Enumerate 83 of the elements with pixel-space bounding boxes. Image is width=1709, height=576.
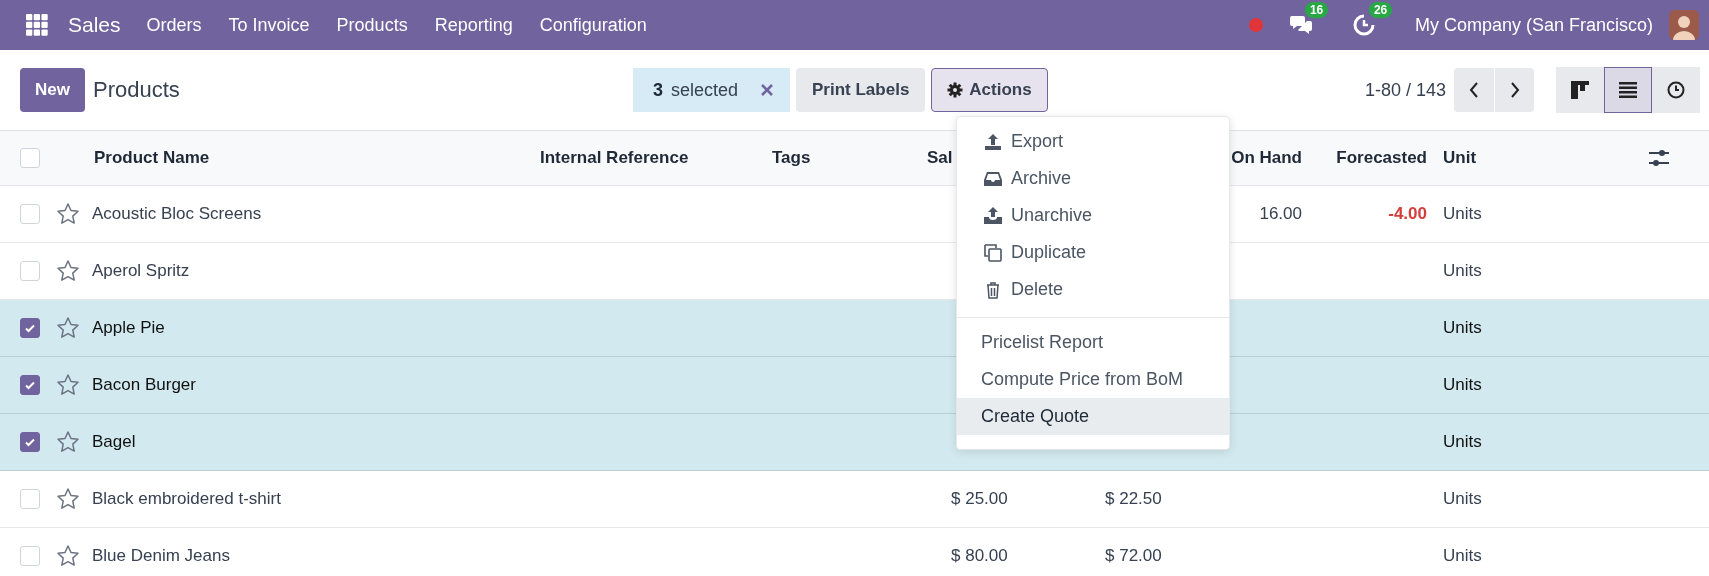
- next-button[interactable]: [1494, 68, 1534, 112]
- menu-item[interactable]: Configuration: [539, 14, 647, 36]
- table-cell-text: Units: [1442, 204, 1483, 224]
- menu-item[interactable]: Create Quote: [957, 398, 1229, 435]
- table-cell-text: Units: [1442, 318, 1483, 338]
- checkmark-icon: [24, 322, 36, 334]
- table-cell-text: Units: [1442, 546, 1483, 566]
- star-icon[interactable]: [56, 430, 80, 454]
- table-cell-text: Units: [1442, 375, 1483, 395]
- table-cell-text: Units: [1442, 432, 1483, 452]
- chevron-right-icon: [1509, 82, 1520, 98]
- copy-icon: [983, 242, 1003, 263]
- view-switch-button[interactable]: [1604, 67, 1652, 113]
- star-icon[interactable]: [56, 316, 80, 340]
- view-switch-button[interactable]: [1556, 67, 1604, 113]
- chevron-left-icon: [1469, 82, 1479, 98]
- selection-badge: 3 selected: [632, 68, 791, 112]
- status-dot-icon[interactable]: [1248, 18, 1263, 32]
- table-cell-text: 16.00: [1259, 204, 1303, 224]
- gear-icon: [947, 82, 964, 98]
- menu-item[interactable]: Orders: [146, 14, 202, 36]
- product-name: Bagel: [92, 432, 136, 452]
- product-name: Bacon Burger: [92, 375, 196, 395]
- menu-item[interactable]: Delete: [957, 271, 1229, 308]
- apps-menu-icon[interactable]: [26, 14, 48, 36]
- print-labels-button[interactable]: Print Labels: [796, 68, 926, 112]
- company-switcher[interactable]: My Company (San Francisco): [1414, 14, 1653, 36]
- product-name: Black embroidered t-shirt: [92, 489, 281, 509]
- table-cell-text: Units: [1442, 261, 1483, 281]
- checkmark-icon: [24, 436, 36, 448]
- column-header[interactable]: Unit: [1435, 148, 1649, 168]
- pager-text: 1-80 / 143: [1364, 79, 1446, 101]
- close-icon[interactable]: [760, 83, 775, 97]
- menu-item[interactable]: Archive: [957, 160, 1229, 197]
- menu-item[interactable]: Compute Price from BoM: [957, 361, 1229, 398]
- menu-item[interactable]: Products: [336, 14, 408, 36]
- column-header[interactable]: Forecasted: [1336, 148, 1435, 168]
- product-name: Acoustic Bloc Screens: [92, 204, 262, 224]
- list-icon: [1619, 82, 1637, 98]
- column-header[interactable]: Product Name: [94, 148, 540, 168]
- view-switch-button[interactable]: [1652, 67, 1700, 113]
- upload-icon: [983, 131, 1003, 152]
- actions-button[interactable]: Actions: [931, 68, 1048, 112]
- column-header[interactable]: Tags: [772, 148, 902, 168]
- table-cell-text: Units: [1442, 489, 1483, 509]
- previous-button[interactable]: [1454, 68, 1494, 112]
- page-title: Products: [92, 77, 181, 103]
- menu-item[interactable]: Reporting: [434, 14, 513, 36]
- product-name: Aperol Spritz: [92, 261, 190, 281]
- product-name: Apple Pie: [92, 318, 165, 338]
- checkbox[interactable]: [20, 432, 40, 452]
- avatar-icon[interactable]: [1669, 10, 1699, 40]
- table-cell-text: $ 25.00: [950, 489, 1009, 509]
- new-button[interactable]: New: [20, 68, 85, 112]
- checkmark-icon: [24, 379, 36, 391]
- menu-item[interactable]: To Invoice: [228, 14, 310, 36]
- table-cell-text: $ 80.00: [950, 546, 1009, 566]
- column-header[interactable]: Internal Reference: [540, 148, 772, 168]
- star-icon[interactable]: [56, 373, 80, 397]
- clock-icon: [1667, 81, 1685, 99]
- table-cell-text: $ 72.00: [1104, 546, 1163, 566]
- star-icon[interactable]: [56, 544, 80, 568]
- star-icon[interactable]: [56, 487, 80, 511]
- column-header[interactable]: On Hand: [1231, 148, 1310, 168]
- checkbox[interactable]: [20, 375, 40, 395]
- count-badge: 16: [1304, 2, 1329, 18]
- chat-icon[interactable]: [1288, 14, 1313, 36]
- menu-item[interactable]: Pricelist Report: [957, 324, 1229, 361]
- star-icon[interactable]: [56, 259, 80, 283]
- checkbox[interactable]: [20, 318, 40, 338]
- count-badge: 26: [1368, 2, 1393, 18]
- table-cell-text: $ 22.50: [1104, 489, 1163, 509]
- star-icon[interactable]: [56, 202, 80, 226]
- unarchive-icon: [983, 205, 1003, 226]
- menu-item[interactable]: Unarchive: [957, 197, 1229, 234]
- product-name: Blue Denim Jeans: [92, 546, 230, 566]
- table-cell-text: -4.00: [1388, 204, 1428, 224]
- app-name[interactable]: Sales: [68, 13, 121, 37]
- clock-icon[interactable]: [1352, 14, 1375, 36]
- menu-item[interactable]: Export: [957, 123, 1229, 160]
- kanban-icon: [1571, 81, 1589, 99]
- settings-icon[interactable]: [1649, 149, 1669, 167]
- menu-item[interactable]: Duplicate: [957, 234, 1229, 271]
